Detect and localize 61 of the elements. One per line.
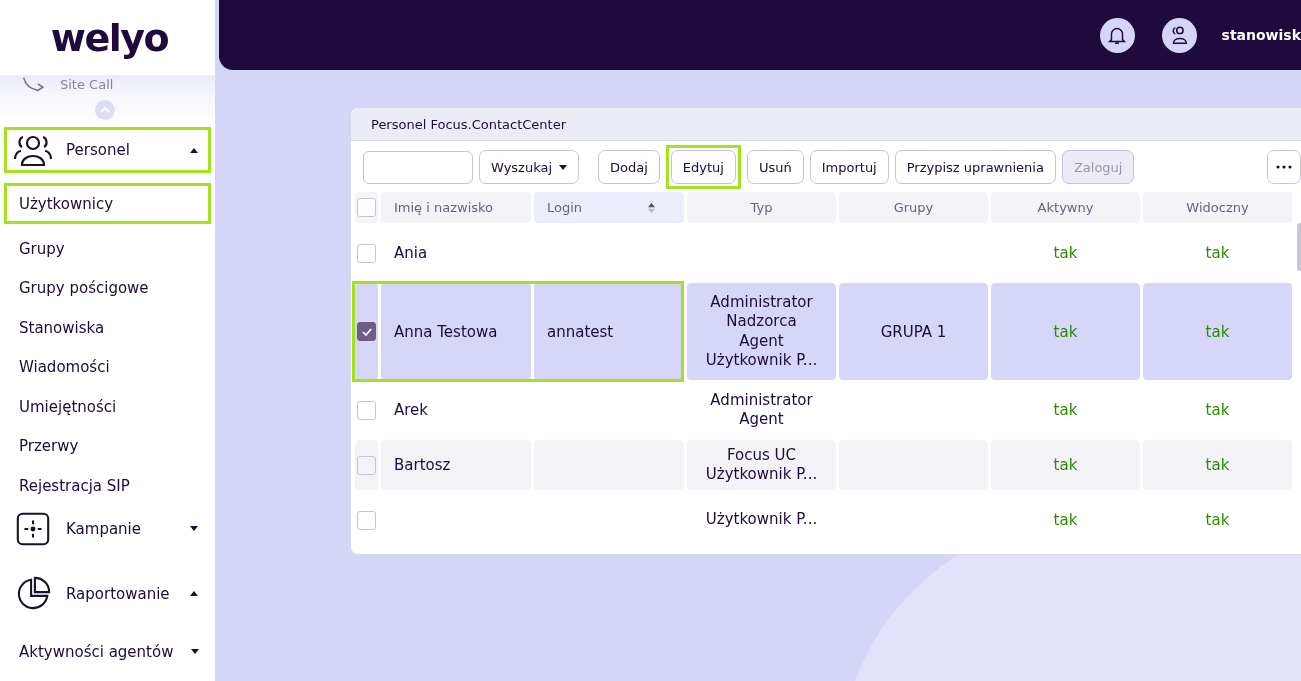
table-cell: tak — [991, 440, 1140, 490]
table-cell-text: Użytkownik P... — [704, 509, 819, 531]
logo: welyo — [49, 15, 169, 60]
toolbar-button[interactable]: Usuń — [746, 150, 804, 184]
table-cell-text: tak — [1204, 243, 1231, 264]
sidebar-item[interactable]: Grupy — [4, 229, 211, 269]
table-cell-text: Arek — [393, 400, 429, 421]
toolbar-button[interactable]: Przypisz uprawnienia — [894, 150, 1056, 184]
panel-title: Personel Focus.ContactCenter — [351, 108, 1301, 141]
table-cell-text: tak — [1052, 400, 1079, 421]
row-checkbox[interactable] — [357, 510, 376, 530]
table-cell: GRUPA 1 — [839, 283, 988, 380]
sidebar-item[interactable]: Rejestracja SIP — [4, 466, 211, 506]
table-cell: annatest — [534, 283, 684, 380]
sidebar-item[interactable]: Użytkownicy — [4, 183, 211, 224]
sidebar-item[interactable]: Umiejętności — [4, 387, 211, 427]
sidebar-item[interactable]: Wiadomości — [4, 347, 211, 387]
collapse-button[interactable] — [94, 100, 115, 120]
row-checkbox[interactable] — [357, 400, 376, 420]
sidebar-item[interactable]: Przerwy — [4, 426, 211, 466]
row-checkbox[interactable] — [357, 322, 376, 341]
table-cell: Focus UC Użytkownik P... — [687, 440, 836, 490]
row-checkbox[interactable] — [357, 455, 376, 475]
table-cell: tak — [1143, 440, 1292, 490]
user-name[interactable]: stanowisk — [1221, 27, 1301, 43]
table-cell: tak — [991, 283, 1140, 380]
table-cell: Anna Testowa — [381, 283, 531, 380]
more-icon — [1276, 165, 1292, 169]
row-checkbox[interactable] — [357, 243, 376, 263]
select-all-checkbox[interactable] — [357, 198, 376, 217]
sidebar-item[interactable]: Aktywności agentów — [4, 627, 211, 676]
sidebar-group[interactable]: Raportowanie — [4, 563, 211, 624]
table-cell-text: tak — [1052, 510, 1079, 531]
sidebar-item[interactable]: Stanowiska — [4, 308, 211, 348]
table-cell-text: tak — [1052, 243, 1079, 264]
column-header[interactable]: Imię i nazwisko — [381, 192, 531, 223]
toolbar-button[interactable]: Edytuj — [670, 150, 736, 184]
table-cell-text: tak — [1204, 510, 1231, 531]
phone-icon — [22, 76, 46, 92]
toolbar-button[interactable]: Wyszukaj — [479, 150, 580, 184]
table-cell: Administrator Nadzorca Agent Użytkownik P... — [687, 283, 836, 380]
column-header[interactable]: Aktywny — [991, 192, 1140, 223]
column-header[interactable]: Login — [534, 192, 684, 223]
sort-icon — [647, 201, 656, 214]
toolbar-button[interactable]: Dodaj — [598, 150, 660, 184]
table-cell: Bartosz — [381, 440, 531, 490]
column-header[interactable]: Widoczny — [1143, 192, 1292, 223]
table-cell-text: tak — [1204, 400, 1231, 421]
sidebar-item[interactable]: Grupy pościgowe — [4, 268, 211, 308]
sidebar-group[interactable]: Kampanie — [4, 505, 211, 552]
table-cell-text: Ania — [393, 243, 429, 264]
search-field[interactable] — [363, 150, 473, 184]
more-button[interactable] — [1267, 150, 1301, 184]
users-button[interactable] — [1161, 17, 1197, 53]
table-cell-text: Administrator Agent — [709, 389, 814, 430]
notifications-button[interactable] — [1099, 17, 1135, 53]
column-header[interactable]: Typ — [687, 192, 836, 223]
column-header[interactable]: Grupy — [839, 192, 988, 223]
sidebar-group[interactable]: Personel — [4, 127, 211, 173]
table-cell: tak — [1143, 283, 1292, 380]
toolbar-button[interactable]: Importuj — [809, 150, 889, 184]
